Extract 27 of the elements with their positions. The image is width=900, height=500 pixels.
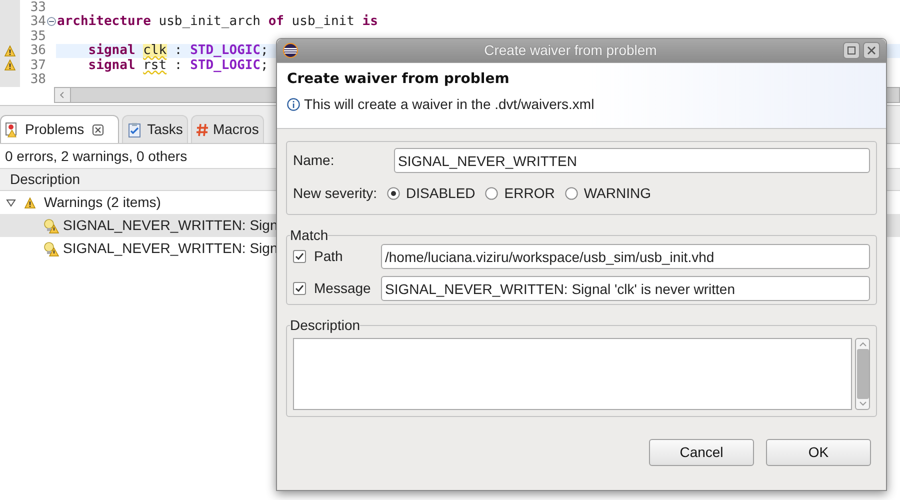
- line-number: 37: [30, 58, 46, 72]
- code-token: signal: [87, 58, 136, 72]
- code-token: usb_init_arch: [158, 15, 262, 28]
- line-number: 38: [30, 73, 46, 86]
- code-token: ;: [260, 58, 268, 72]
- code-token: ;: [260, 44, 268, 58]
- code-token: architecture: [57, 15, 151, 28]
- code-token: rst: [143, 58, 167, 72]
- code-token: signal: [87, 44, 136, 58]
- field-label: Name:: [293, 151, 336, 170]
- code-token: of: [268, 15, 284, 28]
- info-message: This will create a waiver in the .dvt/waivers.xml: [304, 95, 594, 114]
- line-number: 33: [30, 0, 46, 14]
- dialog-heading: Create waiver from problem: [287, 70, 510, 89]
- code-token: usb_init: [290, 15, 356, 28]
- field-label: New severity:: [293, 184, 378, 203]
- code-token: STD_LOGIC: [190, 44, 261, 58]
- line-number: 36: [30, 44, 46, 58]
- code-token: STD_LOGIC: [190, 58, 261, 72]
- code-token: :: [173, 58, 184, 72]
- line-number: 35: [30, 30, 46, 43]
- window-title: Create waiver from problem: [483, 41, 658, 60]
- code-token: :: [173, 44, 184, 58]
- code-token: clk: [143, 44, 167, 58]
- code-token: is: [362, 15, 378, 28]
- problems-summary: 0 errors, 2 warnings, 0 others: [5, 146, 188, 166]
- line-number: 34: [30, 15, 46, 28]
